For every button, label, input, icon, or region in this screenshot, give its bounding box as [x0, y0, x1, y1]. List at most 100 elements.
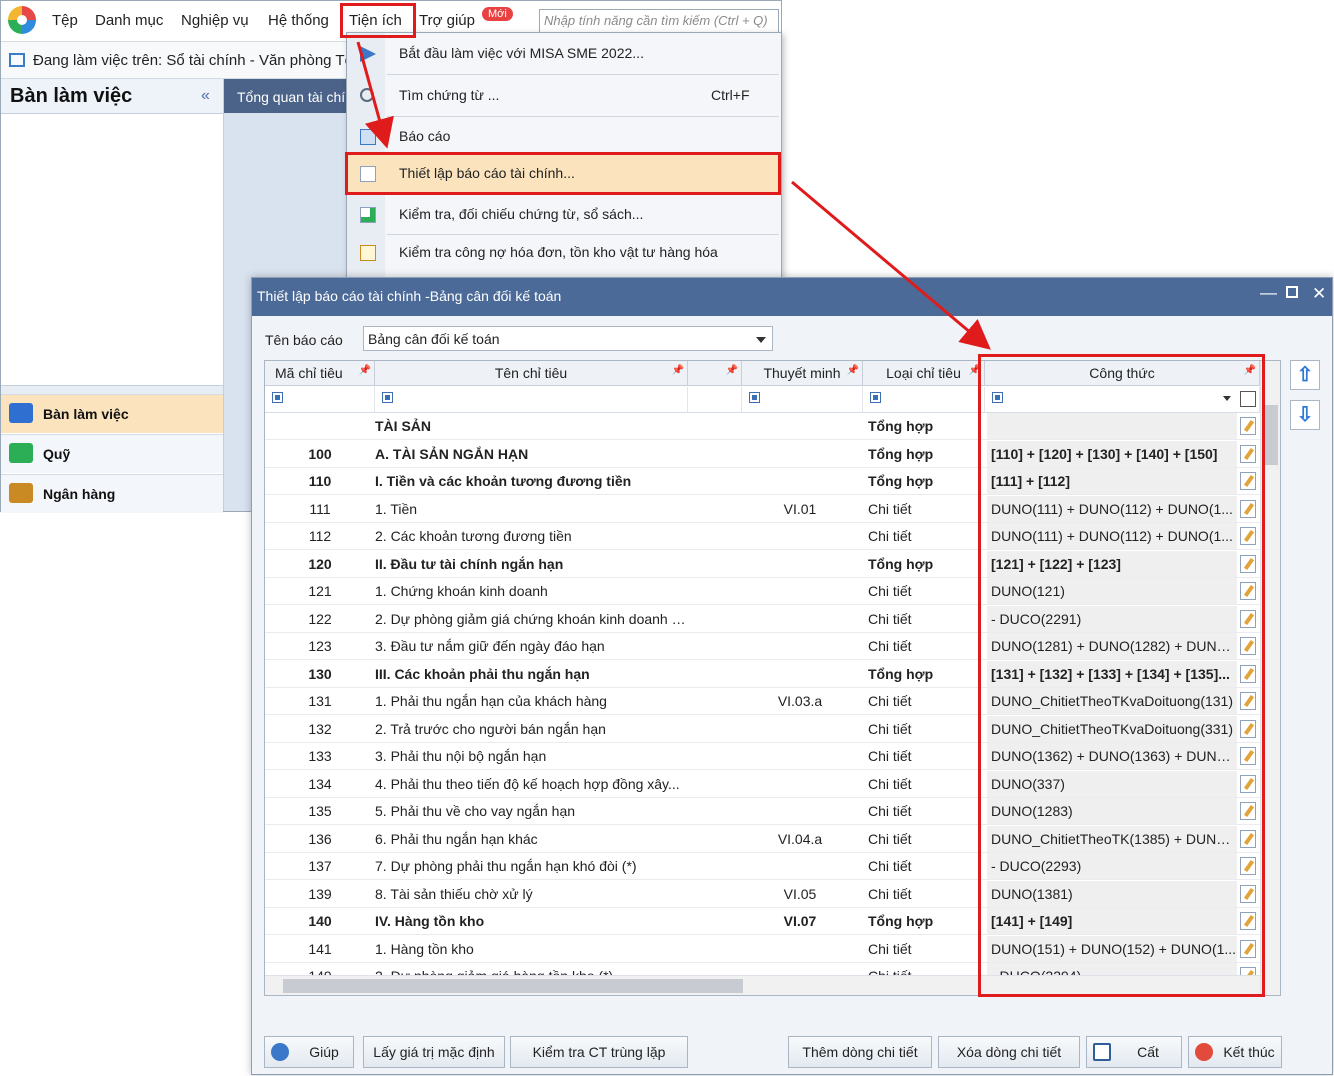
cell-name[interactable]: 2. Dự phòng giảm giá chứng khoán kinh do… — [375, 606, 686, 632]
edit-formula-icon[interactable] — [1240, 939, 1256, 958]
filter-cell-type[interactable] — [863, 387, 985, 413]
cell-code[interactable]: 100 — [265, 441, 375, 467]
cell-formula[interactable]: [121] + [122] + [123] — [987, 550, 1237, 577]
app-logo-icon[interactable] — [8, 6, 36, 34]
chevron-down-icon[interactable] — [1223, 396, 1231, 401]
pin-icon[interactable]: 📌 — [359, 365, 371, 376]
cell-type[interactable]: Chi tiết — [866, 798, 981, 824]
cell-type[interactable]: Chi tiết — [866, 633, 981, 659]
edit-formula-icon[interactable] — [1240, 664, 1256, 683]
cell-name[interactable]: 1. Hàng tồn kho — [375, 936, 686, 962]
menu-item-check-documents[interactable]: Kiểm tra, đối chiếu chứng từ, sổ sách... — [347, 196, 781, 234]
cell-code[interactable]: 121 — [265, 578, 375, 604]
edit-formula-icon[interactable] — [1240, 499, 1256, 518]
table-row[interactable]: 141 1. Hàng tồn kho Chi tiết DUNO(151) + DU… — [265, 935, 1280, 963]
cell-note[interactable] — [740, 716, 860, 742]
cell-formula[interactable]: DUNO(1283) — [987, 798, 1237, 824]
close-icon[interactable]: ✕ — [1312, 284, 1326, 304]
cell-code[interactable]: 133 — [265, 743, 375, 769]
cell-code[interactable]: 139 — [265, 881, 375, 907]
cell-note[interactable] — [740, 551, 860, 577]
cell-code[interactable]: 120 — [265, 551, 375, 577]
cell-formula[interactable]: - DUCO(2293) — [987, 853, 1237, 879]
table-row[interactable]: 140 IV. Hàng tồn kho VI.07 Tổng hợp [141] + … — [265, 908, 1280, 935]
cell-formula[interactable]: DUNO(1381) — [987, 880, 1237, 907]
column-header-blank[interactable]: 📌 — [688, 361, 742, 386]
maximize-icon[interactable] — [1286, 286, 1298, 298]
cell-code[interactable]: 130 — [265, 661, 375, 687]
edit-formula-icon[interactable] — [1240, 719, 1256, 738]
cell-code[interactable]: 123 — [265, 633, 375, 659]
cell-code[interactable]: 122 — [265, 606, 375, 632]
table-row[interactable]: 131 1. Phải thu ngắn hạn của khách hàng VI… — [265, 688, 1280, 715]
cell-formula[interactable]: DUNO_ChitietTheoTKvaDoituong(331) — [987, 715, 1237, 742]
cell-type[interactable]: Chi tiết — [866, 771, 981, 797]
cell-name[interactable]: II. Đầu tư tài chính ngắn hạn — [375, 551, 686, 577]
collapse-icon[interactable]: « — [201, 87, 210, 105]
cell-name[interactable]: IV. Hàng tồn kho — [375, 908, 686, 934]
cell-code[interactable]: 141 — [265, 936, 375, 962]
cell-formula[interactable]: DUNO(151) + DUNO(152) + DUNO(1... — [987, 935, 1237, 962]
column-header-formula[interactable]: Công thức 📌 — [985, 361, 1260, 386]
filter-cell-name[interactable] — [375, 387, 688, 413]
move-up-button[interactable]: ⇧ — [1290, 360, 1320, 390]
cell-formula[interactable]: DUNO(1362) + DUNO(1363) + DUNO... — [987, 743, 1237, 769]
edit-formula-icon[interactable] — [1240, 747, 1256, 765]
cell-note[interactable] — [740, 661, 860, 687]
cell-note[interactable] — [740, 578, 860, 604]
close-dialog-button[interactable]: Kết thúc — [1188, 1036, 1282, 1068]
cell-note[interactable] — [740, 936, 860, 962]
cell-note[interactable]: VI.01 — [740, 496, 860, 522]
cell-code[interactable] — [265, 413, 375, 439]
cell-code[interactable]: 140 — [265, 908, 375, 934]
cell-code[interactable]: 134 — [265, 771, 375, 797]
menu-item-check-debt[interactable]: Kiểm tra công nợ hóa đơn, tồn kho vật tư… — [347, 234, 781, 272]
cell-note[interactable] — [740, 798, 860, 824]
cell-note[interactable]: VI.04.a — [740, 826, 860, 852]
menu-help[interactable]: Trợ giúp — [419, 12, 475, 29]
edit-formula-icon[interactable] — [1240, 582, 1256, 600]
edit-formula-icon[interactable] — [1240, 802, 1256, 820]
table-row[interactable]: 120 II. Đầu tư tài chính ngắn hạn Tổng hợp… — [265, 550, 1280, 578]
cell-name[interactable]: 1. Chứng khoán kinh doanh — [375, 578, 686, 604]
cell-note[interactable] — [740, 413, 860, 439]
table-row[interactable]: 122 2. Dự phòng giảm giá chứng khoán kinh… — [265, 605, 1280, 633]
cell-formula[interactable]: [131] + [132] + [133] + [134] + [135]... — [987, 660, 1237, 687]
cell-name[interactable]: A. TÀI SẢN NGẮN HẠN — [375, 441, 686, 467]
cell-note[interactable] — [740, 633, 860, 659]
edit-formula-icon[interactable] — [1240, 857, 1256, 875]
table-row[interactable]: 133 3. Phải thu nội bộ ngắn hạn Chi tiết DU… — [265, 743, 1280, 770]
tab-financial-overview[interactable]: Tổng quan tài chính — [237, 89, 347, 105]
cell-code[interactable]: 112 — [265, 523, 375, 549]
vertical-scrollbar[interactable] — [1260, 361, 1280, 995]
table-row[interactable]: 100 A. TÀI SẢN NGẮN HẠN Tổng hợp [110] + [1… — [265, 440, 1280, 468]
cell-name[interactable]: I. Tiền và các khoản tương đương tiền — [375, 468, 686, 494]
sidebar-item-workspace[interactable]: Bàn làm việc — [1, 394, 223, 433]
cell-name[interactable]: 1. Phải thu ngắn hạn của khách hàng — [375, 688, 686, 714]
cell-name[interactable]: 4. Phải thu theo tiến độ kế hoạch hợp đồ… — [375, 771, 686, 797]
check-duplicate-button[interactable]: Kiểm tra CT trùng lặp — [510, 1036, 688, 1068]
cell-formula[interactable]: DUNO_ChitietTheoTKvaDoituong(131) — [987, 688, 1237, 714]
cell-note[interactable] — [740, 606, 860, 632]
cell-note[interactable] — [740, 743, 860, 769]
menu-item-find-voucher[interactable]: Tìm chứng từ ... Ctrl+F — [347, 77, 781, 115]
edit-formula-icon[interactable] — [1240, 609, 1256, 628]
cell-name[interactable]: 3. Phải thu nội bộ ngắn hạn — [375, 743, 686, 769]
table-row[interactable]: 139 8. Tài sản thiếu chờ xử lý VI.05 Chi ti… — [265, 880, 1280, 908]
clear-filter-icon[interactable] — [1240, 391, 1256, 407]
menu-item-reports[interactable]: Báo cáo — [347, 118, 781, 156]
column-header-type[interactable]: Loại chỉ tiêu 📌 — [863, 361, 985, 386]
pin-icon[interactable]: 📌 — [726, 365, 738, 376]
edit-formula-icon[interactable] — [1240, 527, 1256, 545]
cell-type[interactable]: Tổng hợp — [866, 661, 981, 687]
table-row[interactable]: 110 I. Tiền và các khoản tương đương tiền… — [265, 468, 1280, 495]
cell-formula[interactable]: DUNO(337) — [987, 770, 1237, 797]
cell-note[interactable] — [740, 771, 860, 797]
cell-name[interactable]: 8. Tài sản thiếu chờ xử lý — [375, 881, 686, 907]
column-header-code[interactable]: Mã chỉ tiêu 📌 — [265, 361, 375, 386]
cell-code[interactable]: 110 — [265, 468, 375, 494]
horizontal-scrollbar[interactable] — [265, 975, 1260, 995]
cell-name[interactable]: 7. Dự phòng phải thu ngắn hạn khó đòi (*… — [375, 853, 686, 879]
table-row[interactable]: 111 1. Tiền VI.01 Chi tiết DUNO(111) + DUNO(… — [265, 495, 1280, 523]
edit-formula-icon[interactable] — [1240, 884, 1256, 903]
